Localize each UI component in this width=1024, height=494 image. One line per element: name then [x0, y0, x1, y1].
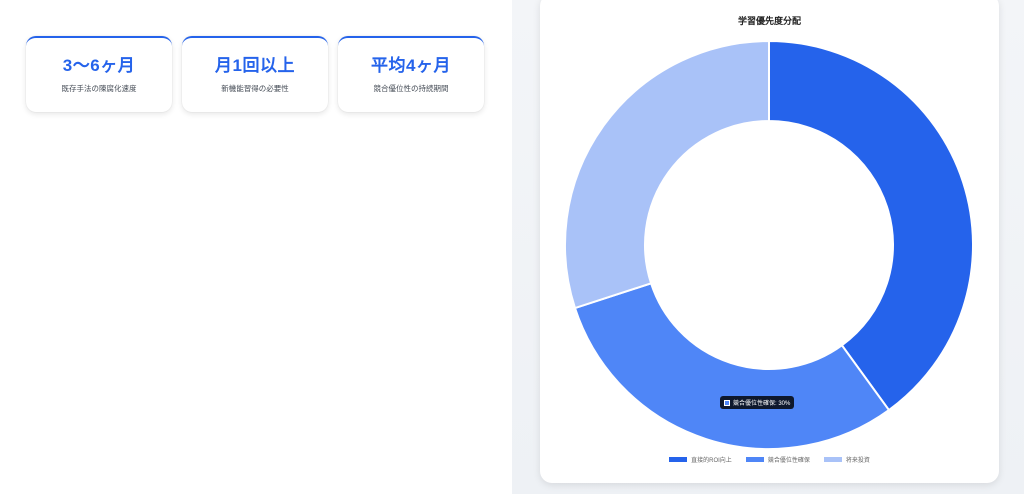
stat-label: 新機能習得の必要性	[221, 84, 289, 93]
tooltip-swatch	[724, 399, 730, 406]
legend-label: 直接的ROI向上	[691, 458, 732, 464]
doughnut-slice-2[interactable]	[573, 282, 891, 450]
stat-value: 3〜6ヶ月	[62, 56, 136, 75]
legend-item[interactable]: 将来投資	[823, 455, 870, 464]
legend-swatch	[745, 457, 764, 462]
stat-value: 月1回以上	[215, 56, 295, 75]
doughnut-slice-3[interactable]	[564, 39, 770, 310]
legend-swatch	[823, 457, 842, 462]
legend-item[interactable]: 競合優位性確保	[745, 455, 810, 464]
stat-card-learning-frequency: 月1回以上 新機能習得の必要性	[182, 36, 328, 112]
legend-swatch	[669, 457, 688, 462]
stat-card-advantage-duration: 平均4ヶ月 競合優位性の持続期間	[338, 36, 484, 112]
stat-value: 平均4ヶ月	[371, 56, 451, 75]
stats-row: 3〜6ヶ月 既存手法の陳腐化速度 月1回以上 新機能習得の必要性 平均4ヶ月 競…	[26, 36, 484, 112]
legend-item[interactable]: 直接的ROI向上	[669, 455, 732, 464]
doughnut-slice-1[interactable]	[768, 39, 974, 412]
chart-tooltip: 競合優位性確保: 30%	[720, 396, 795, 409]
chart-legend: 直接的ROI向上 競合優位性確保 将来投資	[540, 455, 999, 464]
page: 3〜6ヶ月 既存手法の陳腐化速度 月1回以上 新機能習得の必要性 平均4ヶ月 競…	[0, 0, 1024, 494]
doughnut-chart	[564, 39, 974, 450]
legend-label: 将来投資	[845, 458, 870, 464]
stat-label: 既存手法の陳腐化速度	[61, 84, 137, 93]
left-panel: 3〜6ヶ月 既存手法の陳腐化速度 月1回以上 新機能習得の必要性 平均4ヶ月 競…	[0, 0, 512, 494]
legend-label: 競合優位性確保	[767, 458, 810, 464]
stat-card-obsolescence: 3〜6ヶ月 既存手法の陳腐化速度	[26, 36, 172, 112]
tooltip-text: 競合優位性確保: 30%	[733, 401, 791, 407]
stat-label: 競合優位性の持続期間	[373, 84, 449, 93]
